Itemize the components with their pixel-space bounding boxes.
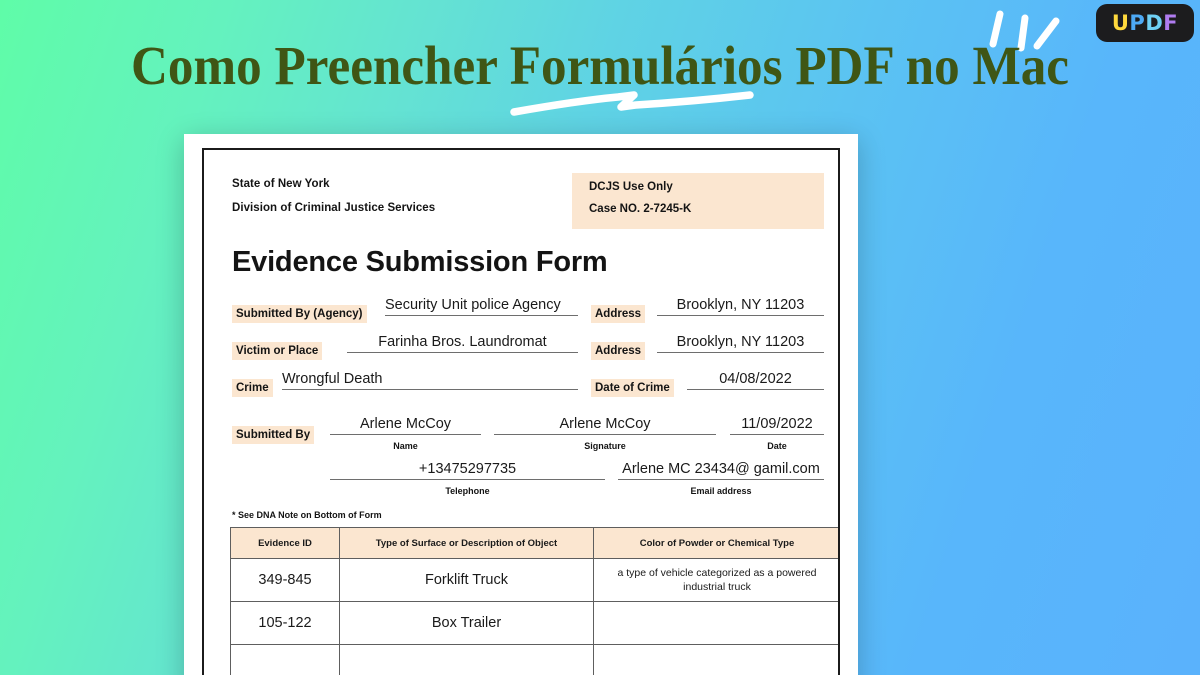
caption-email-address: Email address — [690, 486, 752, 496]
dna-note: * See DNA Note on Bottom of Form — [232, 510, 382, 520]
caption-name: Name — [393, 441, 418, 451]
field-row-victim: Victim or Place Farinha Bros. Laundromat… — [230, 334, 824, 371]
form-fields-section: Submitted By (Agency) Security Unit poli… — [230, 297, 824, 408]
logo-letter-f: F — [1163, 10, 1179, 35]
dcjs-label: DCJS Use Only — [589, 181, 673, 193]
pdf-document-page[interactable]: State of New York Division of Criminal J… — [184, 134, 858, 675]
logo-letter-d: D — [1145, 10, 1164, 35]
label-address-2: Address — [591, 342, 646, 361]
cell-color-description[interactable]: a type of vehicle categorized as a power… — [593, 558, 838, 602]
division-line: Division of Criminal Justice Services — [232, 202, 436, 214]
column-header-type-of-surface: Type of Surface or Description of Object — [339, 527, 594, 559]
evidence-table: Evidence ID Type of Surface or Descripti… — [230, 527, 838, 675]
caption-date: Date — [767, 441, 787, 451]
case-number: Case NO. 2-7245-K — [589, 203, 692, 215]
cell-color-description[interactable] — [593, 644, 838, 675]
cell-evidence-id[interactable]: 349-845 — [230, 558, 340, 602]
caption-telephone: Telephone — [445, 486, 490, 496]
cell-evidence-id[interactable]: 105-122 — [230, 601, 340, 645]
dcjs-use-only-box: DCJS Use Only Case NO. 2-7245-K — [572, 173, 824, 229]
column-header-evidence-id: Evidence ID — [230, 527, 340, 559]
input-submitted-by-agency[interactable]: Security Unit police Agency — [385, 297, 578, 316]
field-row-agency: Submitted By (Agency) Security Unit poli… — [230, 297, 824, 334]
logo-letter-u: U — [1111, 10, 1130, 35]
cell-color-description[interactable] — [593, 601, 838, 645]
input-signature-date[interactable]: 11/09/2022 — [730, 416, 824, 435]
input-telephone[interactable]: +13475297735 — [330, 461, 605, 480]
input-date-of-crime[interactable]: 04/08/2022 — [687, 371, 824, 390]
label-date-of-crime: Date of Crime — [591, 379, 674, 398]
cell-object-type[interactable]: Box Trailer — [339, 601, 594, 645]
input-signer-name[interactable]: Arlene McCoy — [330, 416, 481, 435]
logo-letter-p: P — [1129, 10, 1146, 35]
label-submitted-by-agency: Submitted By (Agency) — [232, 305, 367, 324]
updf-logo[interactable]: UPDF — [1096, 4, 1194, 42]
input-crime[interactable]: Wrongful Death — [282, 371, 578, 390]
form-title: Evidence Submission Form — [232, 246, 608, 278]
agency-heading: State of New York Division of Criminal J… — [232, 178, 435, 226]
input-email-address[interactable]: Arlene MC 23434@ gamil.com — [618, 461, 824, 480]
caption-signature: Signature — [584, 441, 626, 451]
table-header-row: Evidence ID Type of Surface or Descripti… — [230, 527, 838, 559]
signature-section: Submitted By Arlene McCoy Name Arlene Mc… — [230, 412, 824, 508]
document-header: State of New York Division of Criminal J… — [230, 173, 824, 229]
input-victim-or-place[interactable]: Farinha Bros. Laundromat — [347, 334, 578, 353]
table-row[interactable]: 105-122 Box Trailer — [230, 601, 838, 645]
label-submitted-by: Submitted By — [232, 426, 315, 445]
cell-object-type[interactable]: Forklift Truck — [339, 558, 594, 602]
label-address-1: Address — [591, 305, 646, 324]
table-row[interactable]: 349-845 Forklift Truck a type of vehicle… — [230, 558, 838, 602]
label-crime: Crime — [232, 379, 273, 398]
input-address-2[interactable]: Brooklyn, NY 11203 — [657, 334, 824, 353]
input-address-1[interactable]: Brooklyn, NY 11203 — [657, 297, 824, 316]
banner-background: Como Preencher Formulários PDF no Mac UP… — [0, 0, 1200, 675]
cell-evidence-id[interactable] — [230, 644, 340, 675]
document-border-frame: State of New York Division of Criminal J… — [202, 148, 840, 675]
field-row-crime: Crime Wrongful Death Date of Crime 04/08… — [230, 371, 824, 408]
page-title: Como Preencher Formulários PDF no Mac — [130, 35, 1070, 96]
state-line: State of New York — [232, 178, 330, 190]
label-victim-or-place: Victim or Place — [232, 342, 323, 361]
column-header-color-of-powder: Color of Powder or Chemical Type — [593, 527, 838, 559]
cell-object-type[interactable] — [339, 644, 594, 675]
table-row[interactable] — [230, 644, 838, 675]
input-signature[interactable]: Arlene McCoy — [494, 416, 716, 435]
